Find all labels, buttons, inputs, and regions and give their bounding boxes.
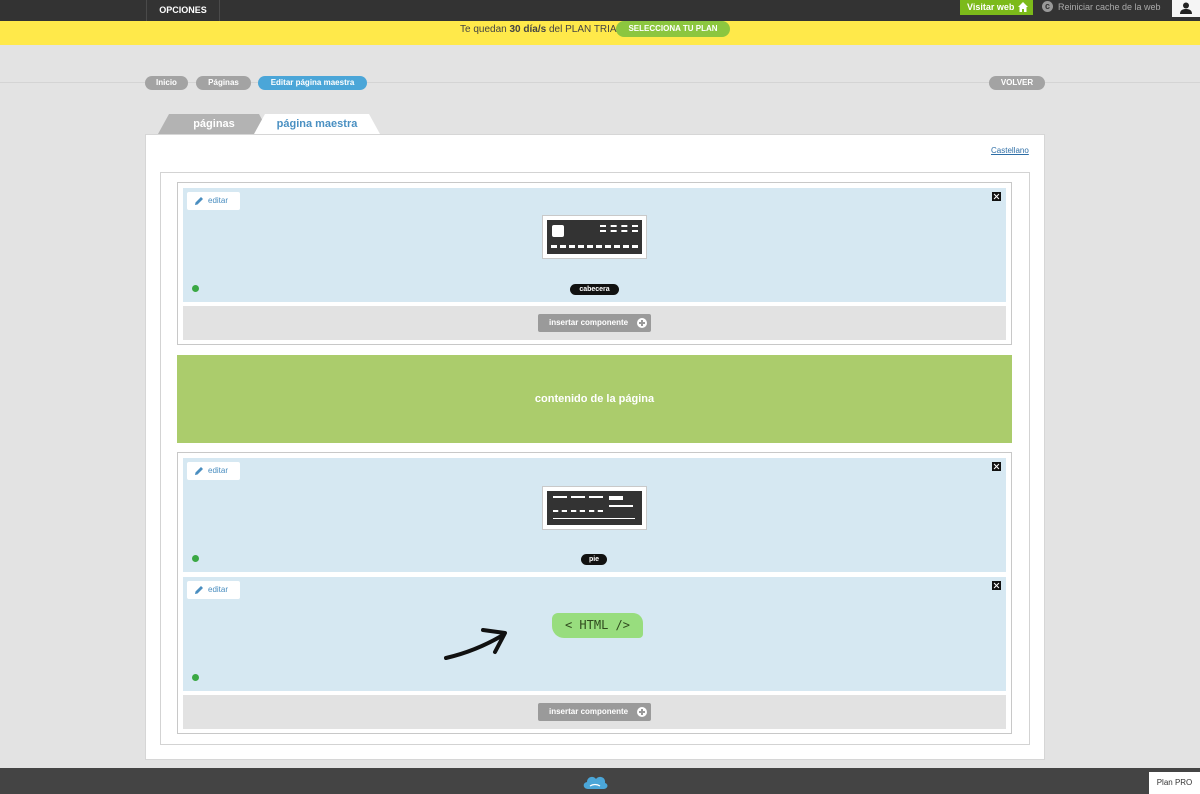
footer-preview <box>547 491 642 525</box>
edit-label: editar <box>208 196 229 205</box>
trial-message: Te quedan 30 día/s del PLAN TRIAL <box>460 24 622 35</box>
reset-cache-label: Reiniciar cache de la web <box>1058 2 1161 12</box>
footer-label: pie <box>581 554 607 565</box>
visit-web-button[interactable]: Visitar web <box>960 0 1033 15</box>
pencil-icon <box>195 197 203 205</box>
footer-thumbnail <box>542 486 647 530</box>
header-thumbnail <box>542 215 647 259</box>
options-menu[interactable]: OPCIONES <box>146 0 220 21</box>
pencil-icon <box>195 467 203 475</box>
trial-suffix: del PLAN TRIAL <box>548 24 623 35</box>
pencil-icon <box>195 586 203 594</box>
home-icon <box>1018 2 1028 12</box>
close-icon[interactable] <box>992 192 1001 201</box>
trial-banner: Te quedan 30 día/s del PLAN TRIAL SELECC… <box>0 21 1200 45</box>
status-dot <box>192 285 199 292</box>
edit-header-button[interactable]: editar <box>187 192 240 210</box>
refresh-icon <box>1042 0 1053 13</box>
header-label: cabecera <box>570 284 619 295</box>
trial-days: 30 día/s <box>509 24 547 35</box>
footer-zone: editar pie editar insertar componente <box>177 452 1012 734</box>
insert-row: insertar componente <box>183 695 1006 729</box>
header-component: editar cabecera <box>183 188 1006 302</box>
visit-web-label: Visitar web <box>967 2 1015 12</box>
select-plan-button[interactable]: SELECCIONA TU PLAN <box>616 21 730 37</box>
close-icon[interactable] <box>992 581 1001 590</box>
tab-master-page[interactable]: página maestra <box>254 114 380 134</box>
edit-footer-button[interactable]: editar <box>187 462 240 480</box>
trial-prefix: Te quedan <box>460 24 507 35</box>
insert-label: insertar componente <box>549 707 629 716</box>
user-menu-button[interactable] <box>1172 0 1200 17</box>
top-bar: OPCIONES Visitar web Reiniciar cache de … <box>0 0 1200 21</box>
breadcrumb-edit-master[interactable]: Editar página maestra <box>258 76 367 90</box>
footer-bar: Plan PRO <box>0 768 1200 794</box>
plan-pro-button[interactable]: Plan PRO <box>1149 772 1200 794</box>
breadcrumb-home[interactable]: Inicio <box>145 76 188 90</box>
cloud-logo-icon <box>583 776 608 789</box>
insert-row: insertar componente <box>183 306 1006 340</box>
footer-component: editar pie <box>183 458 1006 572</box>
plus-icon <box>637 707 647 717</box>
plus-icon <box>637 318 647 328</box>
edit-html-button[interactable]: editar <box>187 581 240 599</box>
insert-component-button[interactable]: insertar componente <box>538 314 651 332</box>
insert-label: insertar componente <box>549 318 629 327</box>
close-icon[interactable] <box>992 462 1001 471</box>
page-content-zone: contenido de la página <box>177 355 1012 443</box>
reset-cache-link[interactable]: Reiniciar cache de la web <box>1042 0 1161 15</box>
edit-label: editar <box>208 585 229 594</box>
header-zone: editar cabecera insertar componente <box>177 182 1012 345</box>
edit-label: editar <box>208 466 229 475</box>
status-dot <box>192 674 199 681</box>
breadcrumb-pages[interactable]: Páginas <box>196 76 251 90</box>
language-link[interactable]: Castellano <box>991 146 1029 155</box>
header-preview <box>547 220 642 254</box>
user-icon <box>1180 2 1192 14</box>
status-dot <box>192 555 199 562</box>
html-badge: < HTML /> <box>552 613 643 638</box>
back-button[interactable]: VOLVER <box>989 76 1045 90</box>
arrow-icon <box>444 628 507 660</box>
tab-pages[interactable]: páginas <box>158 114 270 134</box>
insert-component-button[interactable]: insertar componente <box>538 703 651 721</box>
